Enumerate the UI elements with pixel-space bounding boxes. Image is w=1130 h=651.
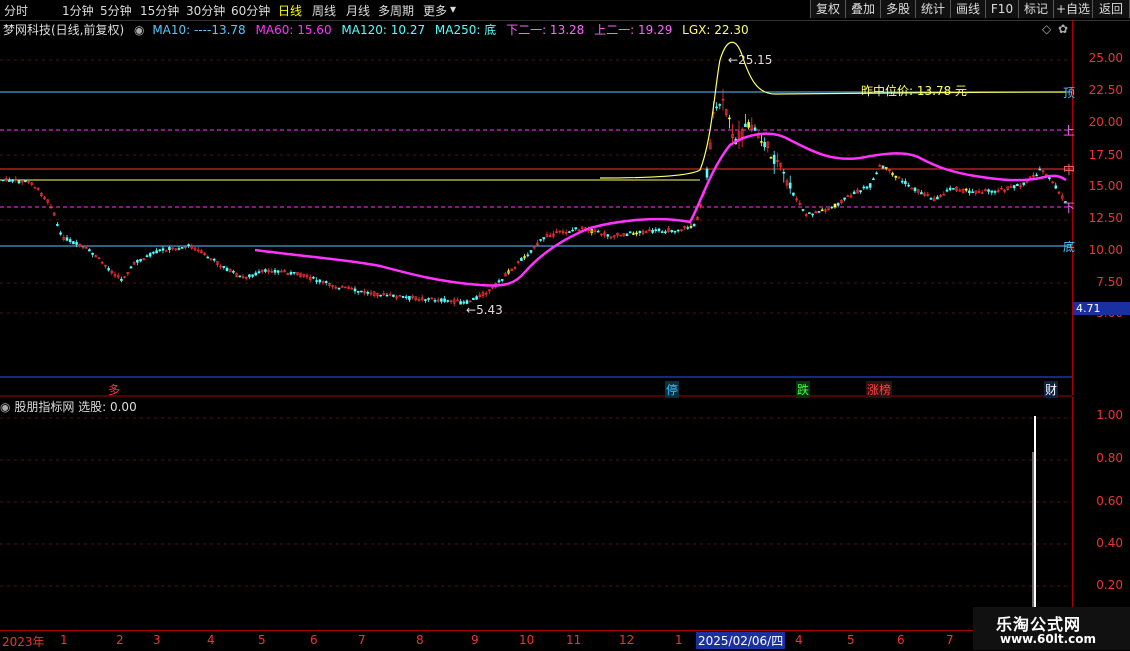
event-flag[interactable]: 跌 (796, 381, 811, 398)
month-label: 12 (619, 633, 635, 647)
month-label: 8 (416, 633, 424, 647)
price-label: 20.00 (1088, 115, 1123, 129)
sub-axis-label: 0.80 (1096, 451, 1123, 465)
price-label: 22.50 (1088, 83, 1123, 97)
high-annotation: ←25.15 (728, 53, 773, 67)
candlesticks (1, 89, 1067, 307)
price-label: 17.50 (1088, 148, 1123, 162)
price-label: 12.50 (1088, 211, 1123, 225)
low-annotation: ←5.43 (466, 303, 503, 317)
last-price-badge: 4.71 (1073, 302, 1130, 315)
watermark-url: www.60lt.com (1000, 632, 1097, 646)
lower-flag: 下 (1063, 201, 1076, 215)
month-label: 5 (847, 633, 855, 647)
sub-axis-label: 0.20 (1096, 578, 1123, 592)
upper-flag: 上 (1063, 124, 1076, 138)
event-flag[interactable]: 涨榜 (866, 381, 893, 398)
month-label: 10 (519, 633, 535, 647)
sub-axis-label: 1.00 (1096, 408, 1123, 422)
price-label: 15.00 (1088, 179, 1123, 193)
month-label: 6 (897, 633, 905, 647)
sub-panel-title: ◉ 股朋指标网 选股: 0.00 (0, 400, 137, 414)
price-label: 10.00 (1088, 243, 1123, 257)
month-label: 6 (310, 633, 318, 647)
month-label: 2 (116, 633, 124, 647)
event-flag[interactable]: 多 (108, 381, 120, 398)
date-axis[interactable]: 2023年 1 2 3 4 5 6 7 8 9 10 11 12 1 2025/… (0, 630, 1130, 651)
month-label: 3 (153, 633, 161, 647)
month-label: 7 (946, 633, 954, 647)
month-label: 7 (358, 633, 366, 647)
sub-panel-grid (0, 417, 1072, 587)
event-flag[interactable]: 财 (1044, 381, 1059, 398)
sub-axis-label: 0.60 (1096, 494, 1123, 508)
mid-price-annotation: 昨中位价: 13.78 元 (861, 84, 968, 98)
month-label: 1 (675, 633, 683, 647)
top-flag: 顶 (1063, 86, 1076, 100)
month-label: 11 (566, 633, 582, 647)
month-label: 9 (471, 633, 479, 647)
ma60-line (254, 132, 1067, 287)
price-label: 25.00 (1088, 51, 1123, 65)
middle-flag: 中 (1063, 163, 1076, 177)
price-label: 7.50 (1096, 275, 1123, 289)
month-label: 4 (207, 633, 215, 647)
sub-axis-label: 0.40 (1096, 536, 1123, 550)
month-label: 4 (795, 633, 803, 647)
sub-panel-axis: 1.00 0.80 0.60 0.40 0.20 (1072, 397, 1130, 629)
month-label: 1 (60, 633, 68, 647)
bottom-flag: 底 (1063, 240, 1076, 254)
settings-circle-icon[interactable]: ◉ (0, 400, 10, 414)
price-axis: 25.00 22.50 20.00 17.50 15.00 12.50 10.0… (1072, 20, 1130, 395)
month-label: 5 (258, 633, 266, 647)
event-flag[interactable]: 停 (665, 381, 680, 398)
year-label: 2023年 (2, 635, 45, 649)
selected-date: 2025/02/06/四 (696, 632, 786, 649)
